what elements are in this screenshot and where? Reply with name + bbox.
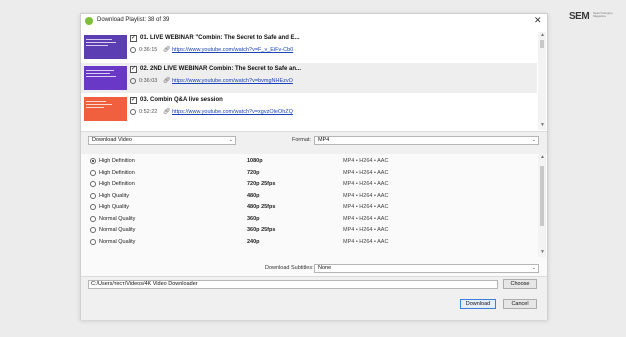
download-type-value: Download Video: [92, 137, 132, 143]
logo-subtext: Search Engine Magazine: [593, 11, 613, 18]
quality-resolution: 720p 25fps: [247, 181, 276, 187]
quality-radio[interactable]: [90, 158, 96, 164]
playlist-item[interactable]: ✓ 01. LIVE WEBINAR "Combin: The Secret t…: [81, 32, 537, 62]
cancel-button[interactable]: Cancel: [503, 299, 537, 309]
playlist-item[interactable]: ✓ 02. 2ND LIVE WEBINAR Combin: The Secre…: [81, 63, 537, 93]
playlist-scrollbar[interactable]: ▲ ▼: [538, 32, 546, 130]
quality-resolution: 480p 25fps: [247, 204, 276, 210]
quality-list: High Definition 1080p MP4 • H264 • AAC H…: [81, 154, 547, 276]
format-select[interactable]: MP4 ⌄: [314, 136, 539, 145]
item-duration: 0:52:22: [139, 109, 158, 115]
quality-resolution: 480p: [247, 192, 260, 199]
options-bar: Download Video ⌄ Format: MP4 ⌄: [81, 131, 547, 156]
item-title: 01. LIVE WEBINAR "Combin: The Secret to …: [140, 35, 300, 41]
quality-resolution: 720p: [247, 169, 260, 176]
scroll-down-icon[interactable]: ▼: [540, 249, 545, 255]
quality-resolution: 1080p: [247, 158, 263, 164]
scrollbar-thumb[interactable]: [540, 40, 544, 48]
scroll-down-icon[interactable]: ▼: [540, 122, 545, 128]
item-checkbox[interactable]: ✓: [130, 66, 137, 73]
window-title: Download Playlist: 38 of 39: [97, 17, 170, 23]
chevron-down-icon: ⌄: [228, 137, 233, 143]
quality-name: Normal Quality: [99, 227, 136, 233]
quality-name: High Quality: [99, 204, 129, 210]
item-url[interactable]: https://www.youtube.com/watch?v=bvmgNHEz…: [172, 78, 293, 84]
chevron-down-icon: ⌄: [531, 265, 536, 271]
clock-icon: [130, 78, 136, 84]
video-thumbnail: [84, 35, 127, 59]
subtitles-value: None: [318, 265, 332, 271]
subtitles-select[interactable]: None ⌄: [314, 264, 539, 273]
item-checkbox[interactable]: ✓: [130, 97, 137, 104]
quality-format: MP4 • H264 • AAC: [343, 169, 389, 176]
quality-name: High Definition: [99, 158, 135, 164]
quality-option[interactable]: High Quality 480p 25fps MP4 • H264 • AAC: [81, 202, 536, 213]
quality-format: MP4 • H264 • AAC: [343, 238, 389, 245]
quality-scrollbar[interactable]: ▲ ▼: [538, 154, 546, 257]
scrollbar-thumb[interactable]: [540, 166, 544, 226]
playlist-item[interactable]: ✓ 03. Combin Q&A live session 0:52:22 🔗︎…: [81, 94, 537, 124]
format-label: Format:: [292, 137, 311, 143]
quality-radio[interactable]: [90, 192, 96, 199]
quality-resolution: 360p 25fps: [247, 227, 276, 233]
subtitles-label: Download Subtitles:: [265, 265, 314, 271]
item-duration: 0:36:15: [139, 47, 158, 53]
quality-option[interactable]: High Definition 1080p MP4 • H264 • AAC: [81, 156, 536, 167]
quality-radio[interactable]: [90, 181, 96, 187]
format-value: MP4: [318, 137, 330, 143]
clock-icon: [130, 109, 136, 115]
quality-option[interactable]: Normal Quality 360p 25fps MP4 • H264 • A…: [81, 225, 536, 236]
save-path-input[interactable]: C:/Users/тест/Videos/4K Video Downloader: [88, 280, 498, 289]
chevron-down-icon: ⌄: [531, 137, 536, 143]
scroll-up-icon[interactable]: ▲: [540, 154, 545, 160]
quality-option[interactable]: High Definition 720p MP4 • H264 • AAC: [81, 168, 536, 179]
link-icon: 🔗︎: [163, 109, 171, 115]
item-url[interactable]: https://www.youtube.com/watch?v=F_v_EiFv…: [172, 47, 293, 53]
download-playlist-dialog: Download Playlist: 38 of 39 ✕ ✓ 01. LIVE…: [80, 13, 548, 320]
clock-icon: [130, 47, 136, 53]
link-icon: 🔗︎: [163, 47, 171, 53]
link-icon: 🔗︎: [163, 78, 171, 84]
download-type-select[interactable]: Download Video ⌄: [88, 136, 236, 145]
quality-name: High Definition: [99, 169, 135, 176]
quality-resolution: 360p: [247, 215, 260, 222]
item-checkbox[interactable]: ✓: [130, 35, 137, 42]
quality-option[interactable]: High Quality 480p MP4 • H264 • AAC: [81, 191, 536, 202]
quality-format: MP4 • H264 • AAC: [343, 227, 389, 233]
quality-radio[interactable]: [90, 238, 96, 245]
quality-option[interactable]: Normal Quality 360p MP4 • H264 • AAC: [81, 214, 536, 225]
item-url[interactable]: https://www.youtube.com/watch?v=xgvzOleO…: [172, 109, 293, 115]
quality-name: High Quality: [99, 192, 129, 199]
download-button[interactable]: Download: [460, 299, 496, 309]
quality-option[interactable]: Normal Quality 240p MP4 • H264 • AAC: [81, 237, 536, 248]
logo-text: SEM: [569, 11, 590, 22]
quality-name: Normal Quality: [99, 215, 136, 222]
item-title: 02. 2ND LIVE WEBINAR Combin: The Secret …: [140, 66, 302, 72]
scroll-up-icon[interactable]: ▲: [540, 32, 545, 38]
quality-name: Normal Quality: [99, 238, 136, 245]
quality-format: MP4 • H264 • AAC: [343, 204, 389, 210]
video-thumbnail: [84, 97, 127, 121]
quality-radio[interactable]: [90, 227, 96, 233]
quality-format: MP4 • H264 • AAC: [343, 181, 389, 187]
quality-format: MP4 • H264 • AAC: [343, 158, 389, 164]
quality-option[interactable]: High Definition 720p 25fps MP4 • H264 • …: [81, 179, 536, 190]
quality-resolution: 240p: [247, 238, 260, 245]
app-icon: [85, 17, 93, 25]
save-path-bar: C:/Users/тест/Videos/4K Video Downloader…: [81, 276, 547, 320]
quality-radio[interactable]: [90, 204, 96, 210]
item-duration: 0:36:03: [139, 78, 158, 84]
title-bar: Download Playlist: 38 of 39 ✕: [81, 14, 547, 28]
item-title: 03. Combin Q&A live session: [140, 97, 223, 103]
close-button[interactable]: ✕: [534, 15, 542, 26]
choose-button[interactable]: Choose: [503, 279, 537, 289]
playlist-list: ✓ 01. LIVE WEBINAR "Combin: The Secret t…: [81, 32, 547, 141]
video-thumbnail: [84, 66, 127, 90]
quality-name: High Definition: [99, 181, 135, 187]
quality-radio[interactable]: [90, 169, 96, 176]
sem-watermark-logo: SEM Search Engine Magazine: [569, 11, 619, 25]
quality-format: MP4 • H264 • AAC: [343, 215, 389, 222]
quality-radio[interactable]: [90, 215, 96, 222]
quality-format: MP4 • H264 • AAC: [343, 192, 389, 199]
